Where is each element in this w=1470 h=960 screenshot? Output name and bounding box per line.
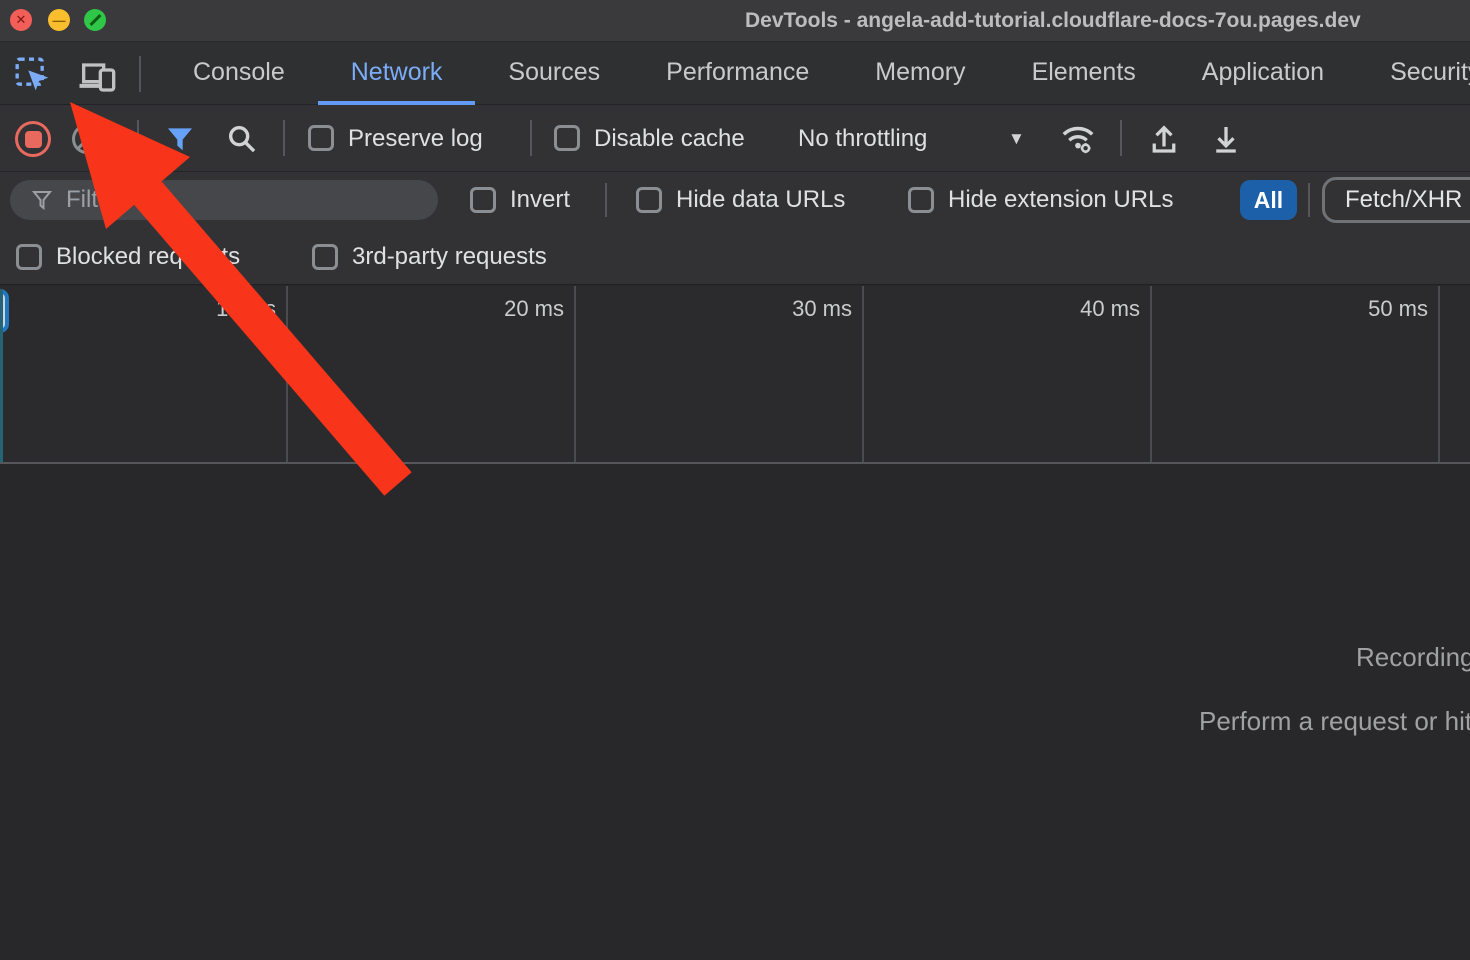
tab-performance[interactable]: Performance: [633, 42, 842, 105]
preserve-log-checkbox[interactable]: [308, 125, 334, 151]
invert-checkbox[interactable]: [470, 187, 496, 213]
minimize-window-button[interactable]: —: [48, 9, 70, 31]
chevron-down-icon[interactable]: ▼: [1008, 105, 1025, 172]
minimize-icon: —: [48, 9, 70, 31]
import-har-button[interactable]: [1144, 119, 1184, 159]
funnel-icon: [164, 123, 196, 155]
toggle-device-toolbar-button[interactable]: [74, 54, 120, 96]
network-filter-bar-2: Blocked requests 3rd-party requests: [0, 228, 1470, 285]
timeline-tick: 10 ms: [0, 286, 288, 462]
filterbar-separator: [605, 183, 607, 217]
clear-network-log-button[interactable]: [72, 124, 102, 154]
hide-data-urls-label: Hide data URLs: [676, 172, 845, 228]
devtools-window: ✕ — DevTools - angela-add-tutorial.cloud…: [0, 0, 1470, 960]
tab-security[interactable]: Security: [1357, 42, 1470, 105]
third-party-requests-checkbox[interactable]: [312, 244, 338, 270]
record-stop-icon: [25, 131, 42, 148]
record-network-log-button[interactable]: [15, 121, 51, 157]
disable-cache-label: Disable cache: [594, 105, 745, 172]
timeline-tick: 40 ms: [864, 286, 1152, 462]
clear-icon: [77, 129, 98, 150]
tab-memory[interactable]: Memory: [842, 42, 998, 105]
zoom-icon: [89, 14, 101, 26]
tab-elements[interactable]: Elements: [999, 42, 1169, 105]
funnel-icon: [30, 188, 54, 212]
network-filter-bar: Invert Hide data URLs Hide extension URL…: [0, 172, 1470, 228]
export-har-button[interactable]: [1206, 119, 1246, 159]
devtools-tabbar: Console Network Sources Performance Memo…: [0, 42, 1470, 105]
window-title: DevTools - angela-add-tutorial.cloudflar…: [745, 9, 1361, 33]
close-window-button[interactable]: ✕: [10, 9, 32, 31]
download-icon: [1208, 121, 1244, 157]
filter-all-button[interactable]: All: [1240, 180, 1297, 220]
invert-label: Invert: [510, 172, 570, 228]
overview-left-divider: [0, 289, 3, 462]
network-overview-timeline[interactable]: 10 ms 20 ms 30 ms 40 ms 50 ms: [0, 286, 1470, 464]
perform-request-hint: Perform a request or hit ⌘ R to record t…: [1199, 706, 1470, 737]
toolbar-separator: [137, 120, 139, 156]
upload-icon: [1146, 121, 1182, 157]
timeline-tick: 20 ms: [288, 286, 576, 462]
preserve-log-label: Preserve log: [348, 105, 483, 172]
tab-network[interactable]: Network: [318, 42, 476, 105]
blocked-requests-label: Blocked requests: [56, 228, 240, 285]
timeline-tick: 30 ms: [576, 286, 864, 462]
toolbar-separator: [530, 120, 532, 156]
network-requests-panel: Recording network activity… Perform a re…: [0, 466, 1470, 960]
toolbar-separator: [1120, 120, 1122, 156]
blocked-requests-checkbox[interactable]: [16, 244, 42, 270]
inspect-cursor-icon: [13, 55, 53, 95]
tabbar-separator: [139, 56, 141, 92]
hide-extension-urls-checkbox[interactable]: [908, 187, 934, 213]
toolbar-separator: [283, 120, 285, 156]
device-toolbar-icon: [76, 55, 118, 95]
disable-cache-checkbox[interactable]: [554, 125, 580, 151]
search-icon: [225, 122, 259, 156]
network-conditions-button[interactable]: [1055, 119, 1101, 159]
zoom-window-button[interactable]: [84, 9, 106, 31]
throttling-select[interactable]: No throttling: [798, 105, 927, 172]
filterbar-separator: [1308, 183, 1310, 217]
panel-tabs: Console Network Sources Performance Memo…: [160, 42, 1470, 105]
filter-input[interactable]: [66, 186, 406, 214]
third-party-requests-label: 3rd-party requests: [352, 228, 547, 285]
network-conditions-icon: [1057, 120, 1099, 158]
recording-status-text: Recording network activity…: [1356, 642, 1470, 673]
titlebar: ✕ — DevTools - angela-add-tutorial.cloud…: [0, 0, 1470, 42]
tab-console[interactable]: Console: [160, 42, 318, 105]
hide-extension-urls-label: Hide extension URLs: [948, 172, 1173, 228]
search-button[interactable]: [222, 120, 262, 158]
timeline-tick: 50 ms: [1152, 286, 1440, 462]
filter-toggle-button[interactable]: [160, 120, 200, 158]
tab-sources[interactable]: Sources: [475, 42, 633, 105]
inspect-element-button[interactable]: [12, 54, 54, 96]
filter-field[interactable]: [10, 180, 438, 220]
close-icon: ✕: [10, 9, 32, 31]
network-toolbar: Preserve log Disable cache No throttling…: [0, 105, 1470, 172]
tab-application[interactable]: Application: [1169, 42, 1357, 105]
hide-data-urls-checkbox[interactable]: [636, 187, 662, 213]
filter-fetch-xhr-button[interactable]: Fetch/XHR: [1322, 177, 1470, 223]
